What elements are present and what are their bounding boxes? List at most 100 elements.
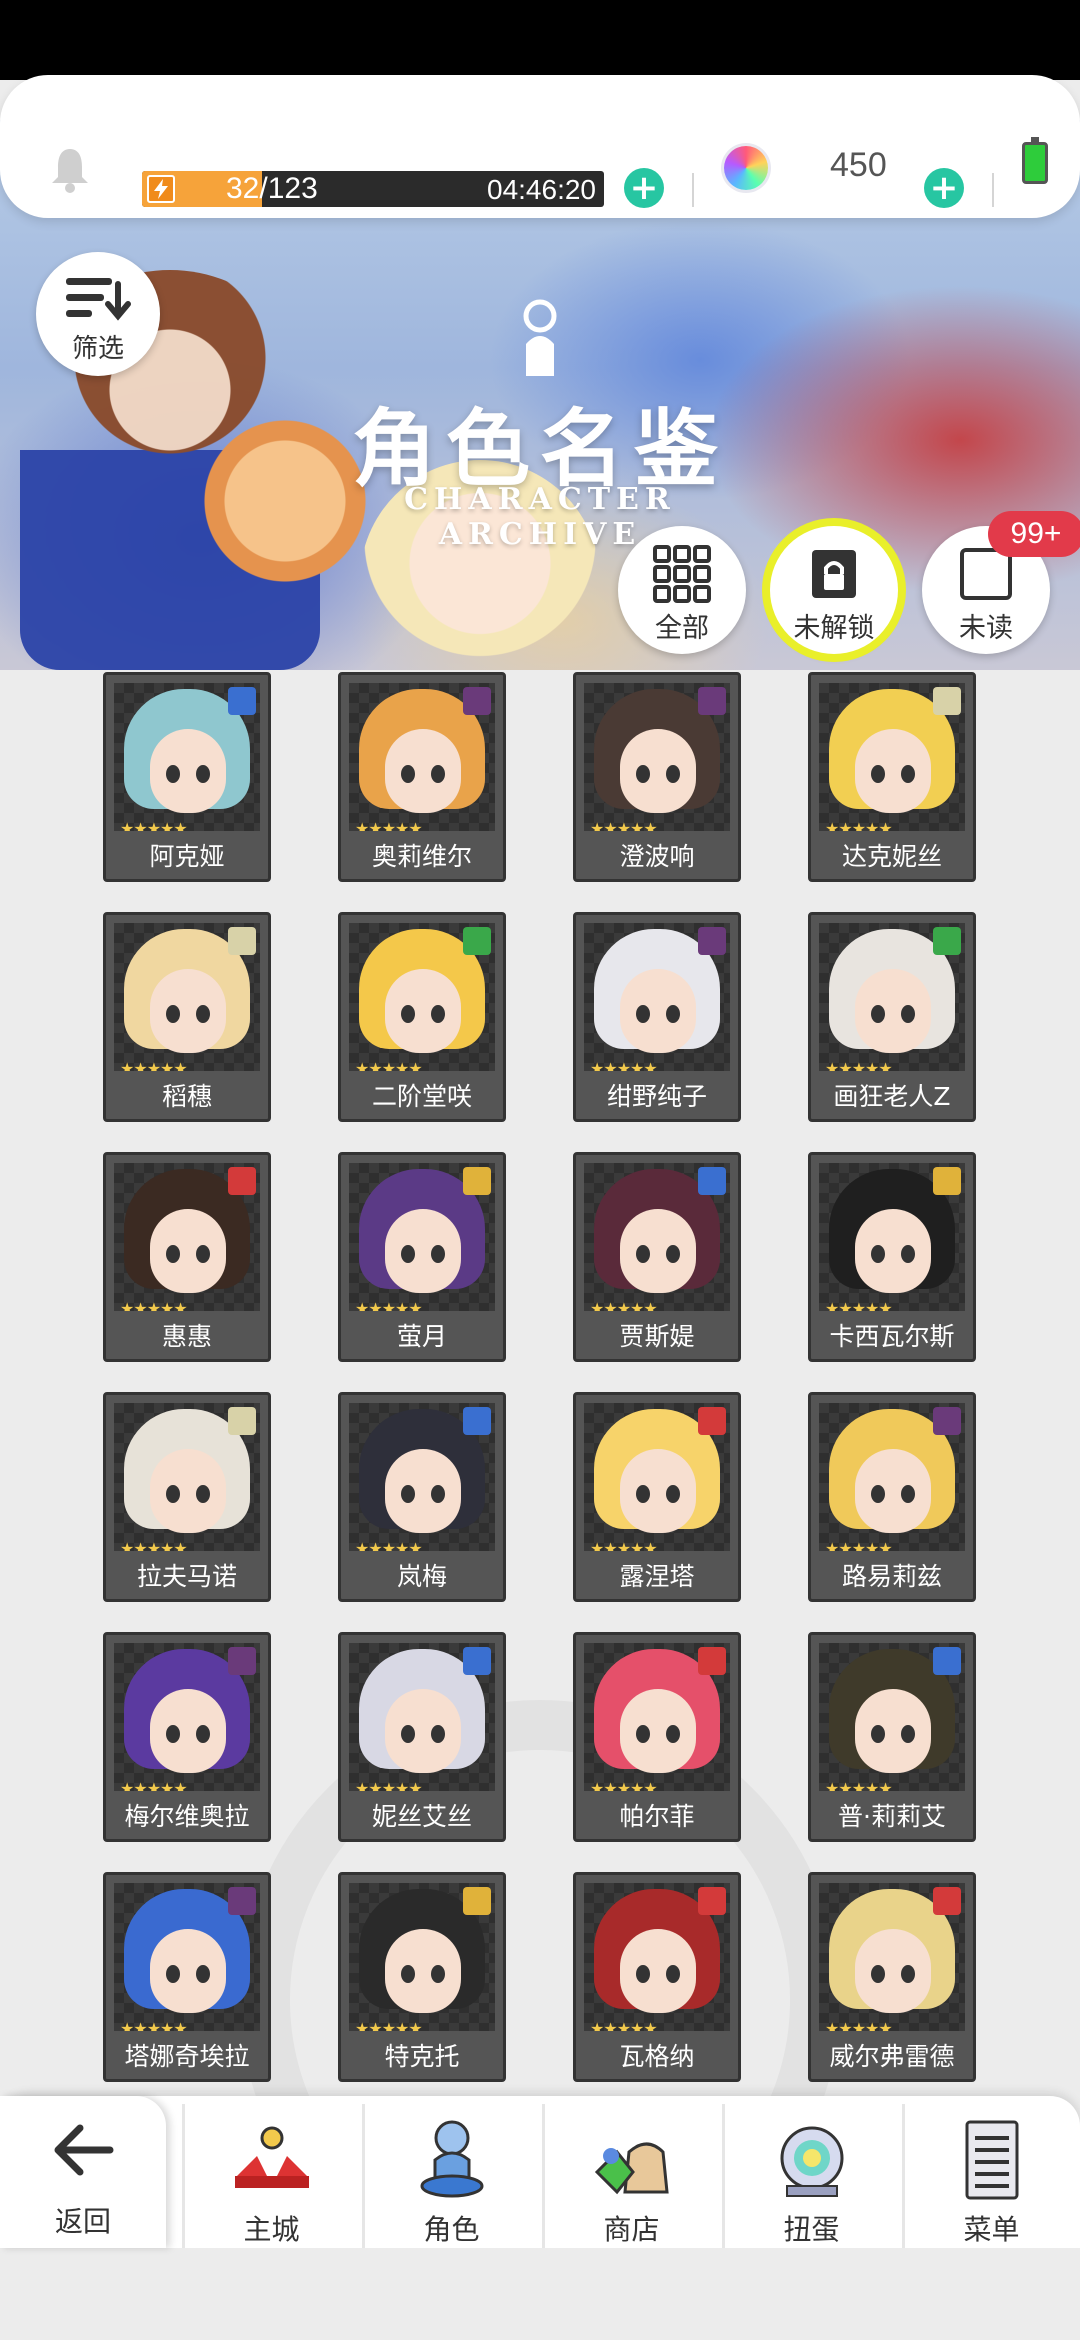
nav-home[interactable]: 主城 <box>182 2104 358 2248</box>
character-portrait: ★★★★★ <box>819 1163 965 1311</box>
character-card[interactable]: ★★★★★ 萤月 <box>338 1152 506 1362</box>
character-card[interactable]: ★★★★★ 帕尔菲 <box>573 1632 741 1842</box>
gacha-orb-icon <box>780 2126 843 2197</box>
character-card[interactable]: ★★★★★ 阿克娅 <box>103 672 271 882</box>
character-portrait: ★★★★★ <box>584 923 730 1071</box>
back-label: 返回 <box>54 2205 111 2238</box>
dark-element-icon <box>228 1887 256 1915</box>
character-portrait: ★★★★★ <box>114 1163 260 1311</box>
nav-shop[interactable]: 商店 <box>542 2104 718 2248</box>
character-card[interactable]: ★★★★★ 澄波响 <box>573 672 741 882</box>
character-card[interactable]: ★★★★★ 岚梅 <box>338 1392 506 1602</box>
rarity-stars: ★★★★★ <box>590 1059 658 1071</box>
portrait-face <box>855 969 931 1053</box>
character-portrait: ★★★★★ <box>349 923 495 1071</box>
character-card[interactable]: ★★★★★ 绀野纯子 <box>573 912 741 1122</box>
character-portrait: ★★★★★ <box>819 1643 965 1791</box>
character-name: 帕尔菲 <box>619 1802 695 1831</box>
dark-element-icon <box>698 927 726 955</box>
character-card[interactable]: ★★★★★ 惠惠 <box>103 1152 271 1362</box>
character-card[interactable]: ★★★★★ 拉夫马诺 <box>103 1392 271 1602</box>
portrait-eye <box>401 1965 415 1983</box>
nav-characters[interactable]: 角色 <box>362 2104 538 2248</box>
portrait-face <box>385 1449 461 1533</box>
character-card[interactable]: ★★★★★ 妮丝艾丝 <box>338 1632 506 1842</box>
portrait-eye <box>196 1725 210 1743</box>
add-gems-button[interactable]: + <box>924 168 964 208</box>
portrait-eye <box>636 1485 650 1503</box>
light-element-icon <box>933 687 961 715</box>
castle-icon <box>234 2126 309 2188</box>
character-card[interactable]: ★★★★★ 普·莉莉艾 <box>808 1632 976 1842</box>
character-card[interactable]: ★★★★★ 路易莉兹 <box>808 1392 976 1602</box>
category-locked-button[interactable]: 未解锁 <box>770 526 898 654</box>
character-portrait: ★★★★★ <box>349 683 495 831</box>
system-nav-area <box>0 2248 1080 2340</box>
character-card[interactable]: ★★★★★ 稻穗 <box>103 912 271 1122</box>
portrait-face <box>150 1449 226 1533</box>
dark-element-icon <box>933 1407 961 1435</box>
character-portrait: ★★★★★ <box>114 923 260 1071</box>
fire-element-icon <box>228 1167 256 1195</box>
character-statue-icon <box>420 2120 483 2198</box>
nav-home-label: 主城 <box>243 2213 300 2246</box>
nav-menu[interactable]: 菜单 <box>902 2104 1078 2248</box>
character-portrait: ★★★★★ <box>349 1643 495 1791</box>
portrait-face <box>150 1209 226 1293</box>
fire-element-icon <box>933 1887 961 1915</box>
character-name: 达克妮丝 <box>841 842 942 871</box>
light-element-icon <box>228 1407 256 1435</box>
character-card[interactable]: ★★★★★ 画狂老人Z <box>808 912 976 1122</box>
portrait-eye <box>666 1725 680 1743</box>
status-bar <box>0 0 1080 80</box>
fire-element-icon <box>698 1407 726 1435</box>
portrait-eye <box>196 1245 210 1263</box>
character-card[interactable]: ★★★★★ 露涅塔 <box>573 1392 741 1602</box>
character-card[interactable]: ★★★★★ 瓦格纳 <box>573 1872 741 2082</box>
portrait-face <box>855 1209 931 1293</box>
back-button[interactable]: 返回 <box>0 2096 166 2248</box>
portrait-eye <box>666 765 680 783</box>
character-name: 露涅塔 <box>619 1562 695 1591</box>
character-card[interactable]: ★★★★★ 塔娜奇埃拉 <box>103 1872 271 2082</box>
rarity-stars: ★★★★★ <box>590 1539 658 1551</box>
character-name: 妮丝艾丝 <box>371 1802 472 1831</box>
portrait-face <box>385 1209 461 1293</box>
stamina-bar: 32/123 04:46:20 <box>142 171 604 207</box>
add-stamina-button[interactable]: + <box>624 168 664 208</box>
character-card[interactable]: ★★★★★ 威尔弗雷德 <box>808 1872 976 2082</box>
portrait-face <box>855 1449 931 1533</box>
character-card[interactable]: ★★★★★ 达克妮丝 <box>808 672 976 882</box>
character-card[interactable]: ★★★★★ 梅尔维奥拉 <box>103 1632 271 1842</box>
character-card[interactable]: ★★★★★ 奥莉维尔 <box>338 672 506 882</box>
portrait-eye <box>196 765 210 783</box>
portrait-eye <box>871 1725 885 1743</box>
portrait-face <box>385 1929 461 2013</box>
battery-icon <box>1022 137 1048 184</box>
rarity-stars: ★★★★★ <box>825 2019 893 2031</box>
nav-gacha[interactable]: 扭蛋 <box>722 2104 898 2248</box>
water-element-icon <box>698 1167 726 1195</box>
character-card[interactable]: ★★★★★ 二阶堂咲 <box>338 912 506 1122</box>
portrait-eye <box>636 1245 650 1263</box>
fire-element-icon <box>698 1887 726 1915</box>
character-card[interactable]: ★★★★★ 贾斯媞 <box>573 1152 741 1362</box>
category-all-button[interactable]: 全部 <box>618 526 746 654</box>
character-portrait: ★★★★★ <box>349 1403 495 1551</box>
portrait-eye <box>871 765 885 783</box>
portrait-face <box>620 729 696 813</box>
divider <box>692 173 694 207</box>
rarity-stars: ★★★★★ <box>825 1059 893 1071</box>
filter-button[interactable]: 筛选 <box>36 252 160 376</box>
character-name: 贾斯媞 <box>619 1322 695 1351</box>
rarity-stars: ★★★★★ <box>825 1299 893 1311</box>
character-name: 绀野纯子 <box>606 1082 707 1111</box>
portrait-eye <box>166 1725 180 1743</box>
character-name: 澄波响 <box>619 842 695 871</box>
character-card[interactable]: ★★★★★ 卡西瓦尔斯 <box>808 1152 976 1362</box>
character-card[interactable]: ★★★★★ 特克托 <box>338 1872 506 2082</box>
portrait-eye <box>401 1725 415 1743</box>
character-portrait: ★★★★★ <box>584 1403 730 1551</box>
bell-icon[interactable] <box>50 145 90 193</box>
character-name: 路易莉兹 <box>841 1562 942 1591</box>
